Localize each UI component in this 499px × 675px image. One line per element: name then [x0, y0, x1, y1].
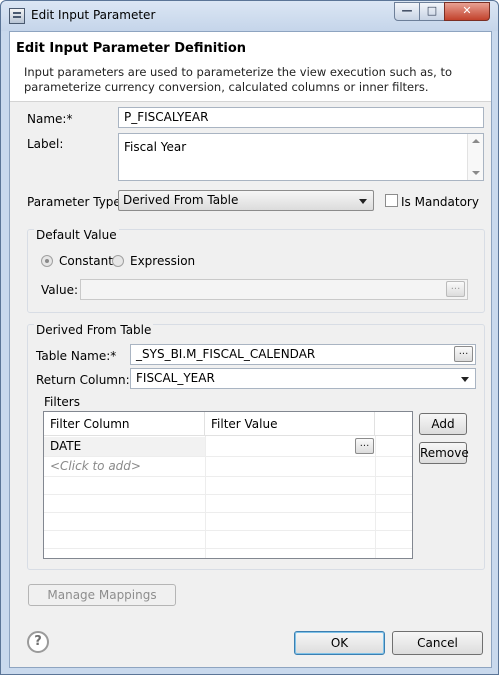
return-column-select[interactable]: FISCAL_YEAR [130, 368, 476, 389]
dialog-header: Edit Input Parameter Definition Input pa… [10, 32, 491, 102]
default-value-group: Default Value Constant Expression Value:… [27, 228, 485, 313]
app-icon [9, 8, 25, 24]
minimize-button[interactable]: — [394, 2, 420, 21]
add-filter-button[interactable]: Add [419, 413, 467, 435]
window-title: Edit Input Parameter [31, 8, 156, 22]
cancel-button[interactable]: Cancel [392, 631, 483, 655]
filters-label: Filters [44, 395, 80, 409]
label-textarea[interactable]: Fiscal Year [118, 133, 484, 181]
extra-column-header [375, 412, 412, 436]
dialog-body: Edit Input Parameter Definition Input pa… [9, 31, 492, 668]
parameter-type-value: Derived From Table [123, 193, 239, 207]
ok-button[interactable]: OK [294, 631, 385, 655]
chevron-down-icon [461, 377, 469, 382]
default-value-title: Default Value [34, 228, 119, 242]
is-mandatory-label: Is Mandatory [401, 195, 479, 209]
label-label: Label: [27, 137, 64, 151]
filter-column-header[interactable]: Filter Column [44, 412, 205, 436]
table-name-browse-button[interactable]: ... [454, 346, 473, 362]
constant-radio[interactable] [41, 255, 53, 267]
table-name-input[interactable]: _SYS_BI.M_FISCAL_CALENDAR [130, 344, 476, 365]
filter-value-header[interactable]: Filter Value [205, 412, 375, 436]
row-divider [44, 530, 412, 531]
maximize-button[interactable]: □ [419, 2, 445, 21]
return-column-value: FISCAL_YEAR [136, 371, 215, 385]
row-divider [44, 512, 412, 513]
table-row-filter-value[interactable] [206, 437, 375, 456]
expression-label: Expression [130, 254, 196, 268]
return-column-label: Return Column:* [36, 373, 136, 387]
label-scrollbar[interactable] [467, 134, 483, 180]
add-row-hint[interactable]: <Click to add> [44, 457, 205, 476]
manage-mappings-button[interactable]: Manage Mappings [28, 584, 176, 606]
table-row-filter-column[interactable]: DATE [44, 437, 205, 456]
scroll-up-icon[interactable] [472, 139, 480, 143]
scroll-down-icon[interactable] [472, 171, 480, 175]
value-label: Value: [41, 283, 78, 297]
label-value: Fiscal Year [124, 140, 187, 154]
close-button[interactable]: ✕ [444, 2, 490, 21]
filters-table[interactable]: Filter Column Filter Value DATE ... <Cli… [43, 411, 413, 559]
dialog-header-title: Edit Input Parameter Definition [16, 41, 247, 56]
filter-value-browse-button[interactable]: ... [355, 438, 374, 454]
dialog-header-description: Input parameters are used to parameteriz… [24, 65, 453, 94]
remove-filter-button[interactable]: Remove [419, 442, 469, 464]
name-label: Name:* [27, 112, 73, 126]
chevron-down-icon [359, 199, 367, 204]
is-mandatory-checkbox[interactable] [385, 194, 398, 207]
table-name-label: Table Name:* [36, 349, 117, 363]
constant-label: Constant [59, 254, 113, 268]
parameter-type-select[interactable]: Derived From Table [118, 190, 374, 211]
value-browse-button[interactable]: ... [446, 281, 465, 297]
derived-from-table-title: Derived From Table [34, 323, 154, 337]
parameter-type-label: Parameter Type: [27, 195, 125, 209]
expression-radio[interactable] [112, 255, 124, 267]
title-bar[interactable]: Edit Input Parameter — □ ✕ [1, 1, 498, 31]
dialog-window: Edit Input Parameter — □ ✕ Edit Input Pa… [0, 0, 499, 675]
help-icon[interactable]: ? [27, 631, 49, 653]
row-divider [44, 548, 412, 549]
row-divider [44, 494, 412, 495]
row-divider [44, 476, 412, 477]
value-input[interactable] [80, 279, 468, 300]
column-divider [375, 436, 376, 558]
name-input[interactable]: P_FISCALYEAR [118, 107, 484, 128]
